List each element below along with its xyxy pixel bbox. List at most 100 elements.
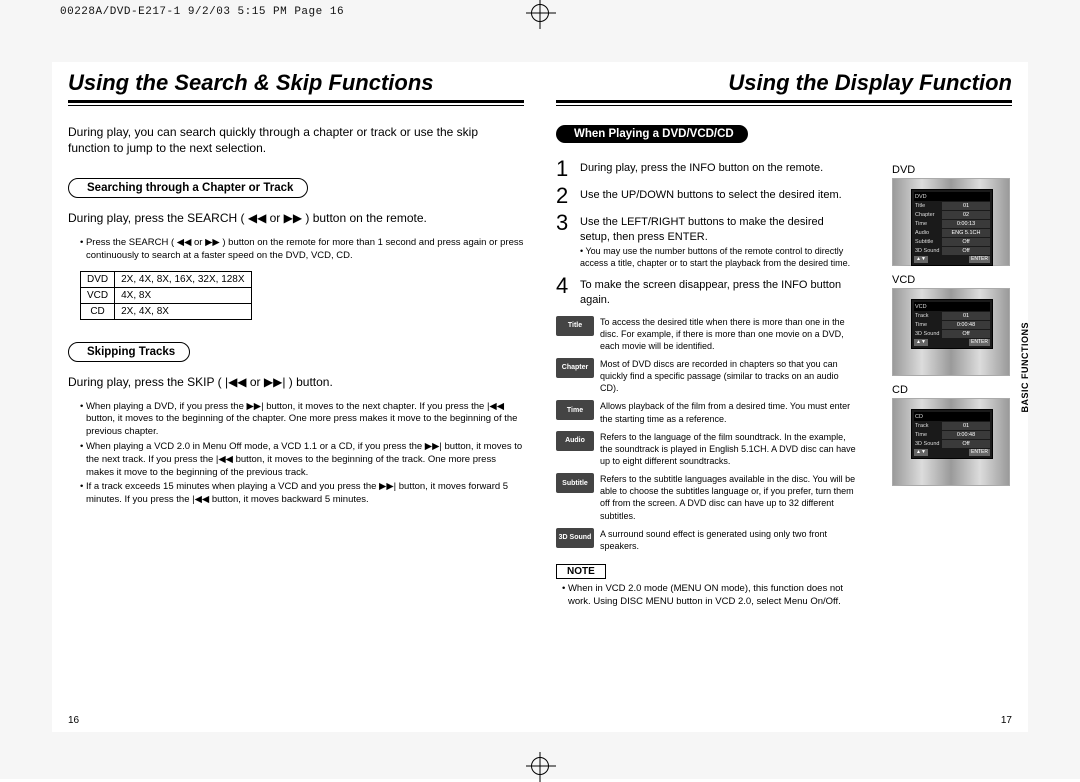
osd-row-lab: Track (914, 423, 942, 429)
step: 1 During play, press the INFO button on … (556, 159, 856, 180)
skip-fine: When playing a DVD, if you press the ▶▶|… (80, 401, 524, 508)
osd-screen-vcd: VCD Track01 Time0:00:48 3D SoundOff ▲▼EN… (892, 288, 1010, 376)
step-num: 4 (556, 276, 580, 308)
osd-row-lab: Subtitle (914, 239, 942, 245)
osd-row-val: 01 (942, 422, 990, 430)
right-page: Using the Display Function When Playing … (540, 62, 1028, 732)
page-number-left: 16 (68, 715, 79, 726)
def-row: Time Allows playback of the film from a d… (556, 400, 856, 424)
search-fine: Press the SEARCH ( ◀◀ or ▶▶ ) button on … (80, 237, 524, 263)
osd-row-val: Off (942, 238, 990, 246)
osd-header: VCD (914, 304, 942, 310)
registration-mark-top-icon (531, 4, 549, 22)
step-subtext: You may use the number buttons of the re… (580, 246, 856, 269)
speed-cell: DVD (81, 271, 115, 287)
step: 4 To make the screen disappear, press th… (556, 276, 856, 308)
left-page: Using the Search & Skip Functions During… (52, 62, 540, 732)
step-text: To make the screen disappear, press the … (580, 276, 856, 308)
side-tab-basic-functions: BASIC FUNCTIONS (1018, 318, 1032, 417)
osd-row-lab: Time (914, 322, 942, 328)
rule-thin (556, 105, 1012, 106)
osd-row-val: 0:00:48 (942, 431, 990, 439)
osd-row-lab: 3D Sound (914, 248, 942, 254)
osd-row-val: 01 (942, 312, 990, 320)
skip-fine-item: If a track exceeds 15 minutes when playi… (80, 481, 524, 507)
osd-row-lab: Audio (914, 230, 942, 236)
osd-row-lab: Track (914, 313, 942, 319)
osd-row-val: 0:00:13 (942, 220, 990, 228)
note-text: When in VCD 2.0 mode (MENU ON mode), thi… (562, 583, 856, 609)
icon-definitions: Title To access the desired title when th… (556, 316, 856, 552)
osd-btn-icon: ▲▼ (914, 256, 928, 263)
rule-thick (68, 100, 524, 103)
skip-fine-item: When playing a VCD 2.0 in Menu Off mode,… (80, 441, 524, 479)
def-text: Refers to the subtitle languages availab… (600, 473, 856, 522)
speed-cell: 2X, 4X, 8X (115, 303, 251, 319)
osd-btn-icon: ENTER (969, 339, 990, 346)
def-tag-3dsound-icon: 3D Sound (556, 528, 594, 548)
def-tag-chapter-icon: Chapter (556, 358, 594, 378)
speed-cell: CD (81, 303, 115, 319)
step-text: Use the UP/DOWN buttons to select the de… (580, 186, 842, 207)
osd-header: DVD (914, 194, 942, 200)
steps: 1 During play, press the INFO button on … (556, 159, 856, 308)
osd-btn-icon: ENTER (969, 256, 990, 263)
def-tag-time-icon: Time (556, 400, 594, 420)
def-row: 3D Sound A surround sound effect is gener… (556, 528, 856, 552)
def-text: A surround sound effect is generated usi… (600, 528, 856, 552)
step: 2 Use the UP/DOWN buttons to select the … (556, 186, 856, 207)
rule-thick (556, 100, 1012, 103)
def-text: Allows playback of the film from a desir… (600, 400, 856, 424)
step-num: 3 (556, 213, 580, 270)
osd-screen-dvd: DVD Title01 Chapter02 Time0:00:13 AudioE… (892, 178, 1010, 266)
def-row: Subtitle Refers to the subtitle languages… (556, 473, 856, 522)
osd-row-val: 02 (942, 211, 990, 219)
step: 3 Use the LEFT/RIGHT buttons to make the… (556, 213, 856, 270)
osd-btn-icon: ▲▼ (914, 449, 928, 456)
left-title: Using the Search & Skip Functions (68, 70, 524, 96)
step-num: 1 (556, 159, 580, 180)
osd-column: DVD DVD Title01 Chapter02 Time0:00:13 Au… (892, 162, 1012, 494)
def-row: Title To access the desired title when th… (556, 316, 856, 352)
rule-thin (68, 105, 524, 106)
osd-row-lab: 3D Sound (914, 441, 942, 447)
skip-fine-item: When playing a DVD, if you press the ▶▶|… (80, 401, 524, 439)
def-tag-audio-icon: Audio (556, 431, 594, 451)
search-line: During play, press the SEARCH ( ◀◀ or ▶▶… (68, 210, 524, 227)
page-root: 00228A/DVD-E217-1 9/2/03 5:15 PM Page 16… (0, 0, 1080, 779)
osd-label-dvd: DVD (892, 164, 1012, 176)
osd-row-lab: 3D Sound (914, 331, 942, 337)
def-row: AudioRefers to the language of the film … (556, 431, 856, 467)
step-num: 2 (556, 186, 580, 207)
osd-row-val: Off (942, 330, 990, 338)
osd-row-lab: Title (914, 203, 942, 209)
pill-when-playing: When Playing a DVD/VCD/CD (556, 125, 748, 143)
osd-row-val: 01 (942, 202, 990, 210)
osd-row-val: Off (942, 247, 990, 255)
def-tag-subtitle-icon: Subtitle (556, 473, 594, 493)
osd-row-lab: Time (914, 432, 942, 438)
osd-label-cd: CD (892, 384, 1012, 396)
osd-panel: DVD Title01 Chapter02 Time0:00:13 AudioE… (911, 189, 993, 266)
note-label: NOTE (556, 564, 606, 579)
def-text: Most of DVD discs are recorded in chapte… (600, 358, 856, 394)
speed-cell: 2X, 4X, 8X, 16X, 32X, 128X (115, 271, 251, 287)
step-text: During play, press the INFO button on th… (580, 159, 823, 180)
pill-search-chapter: Searching through a Chapter or Track (68, 178, 308, 198)
speed-table: DVD2X, 4X, 8X, 16X, 32X, 128X VCD4X, 8X … (80, 271, 252, 320)
right-title: Using the Display Function (556, 70, 1012, 96)
left-intro: During play, you can search quickly thro… (68, 124, 498, 156)
step-text-main: Use the LEFT/RIGHT buttons to make the d… (580, 216, 824, 243)
def-tag-title-icon: Title (556, 316, 594, 336)
speed-cell: VCD (81, 287, 115, 303)
osd-btn-icon: ▲▼ (914, 339, 928, 346)
osd-row-val: ENG 5.1CH (942, 229, 990, 237)
osd-row-lab: Chapter (914, 212, 942, 218)
osd-row-val: Off (942, 440, 990, 448)
step-text: Use the LEFT/RIGHT buttons to make the d… (580, 213, 856, 270)
osd-screen-cd: CD Track01 Time0:00:48 3D SoundOff ▲▼ENT… (892, 398, 1010, 486)
osd-row-lab: Time (914, 221, 942, 227)
search-fine-item: Press the SEARCH ( ◀◀ or ▶▶ ) button on … (80, 237, 524, 263)
speed-cell: 4X, 8X (115, 287, 251, 303)
def-text: To access the desired title when there i… (600, 316, 856, 352)
